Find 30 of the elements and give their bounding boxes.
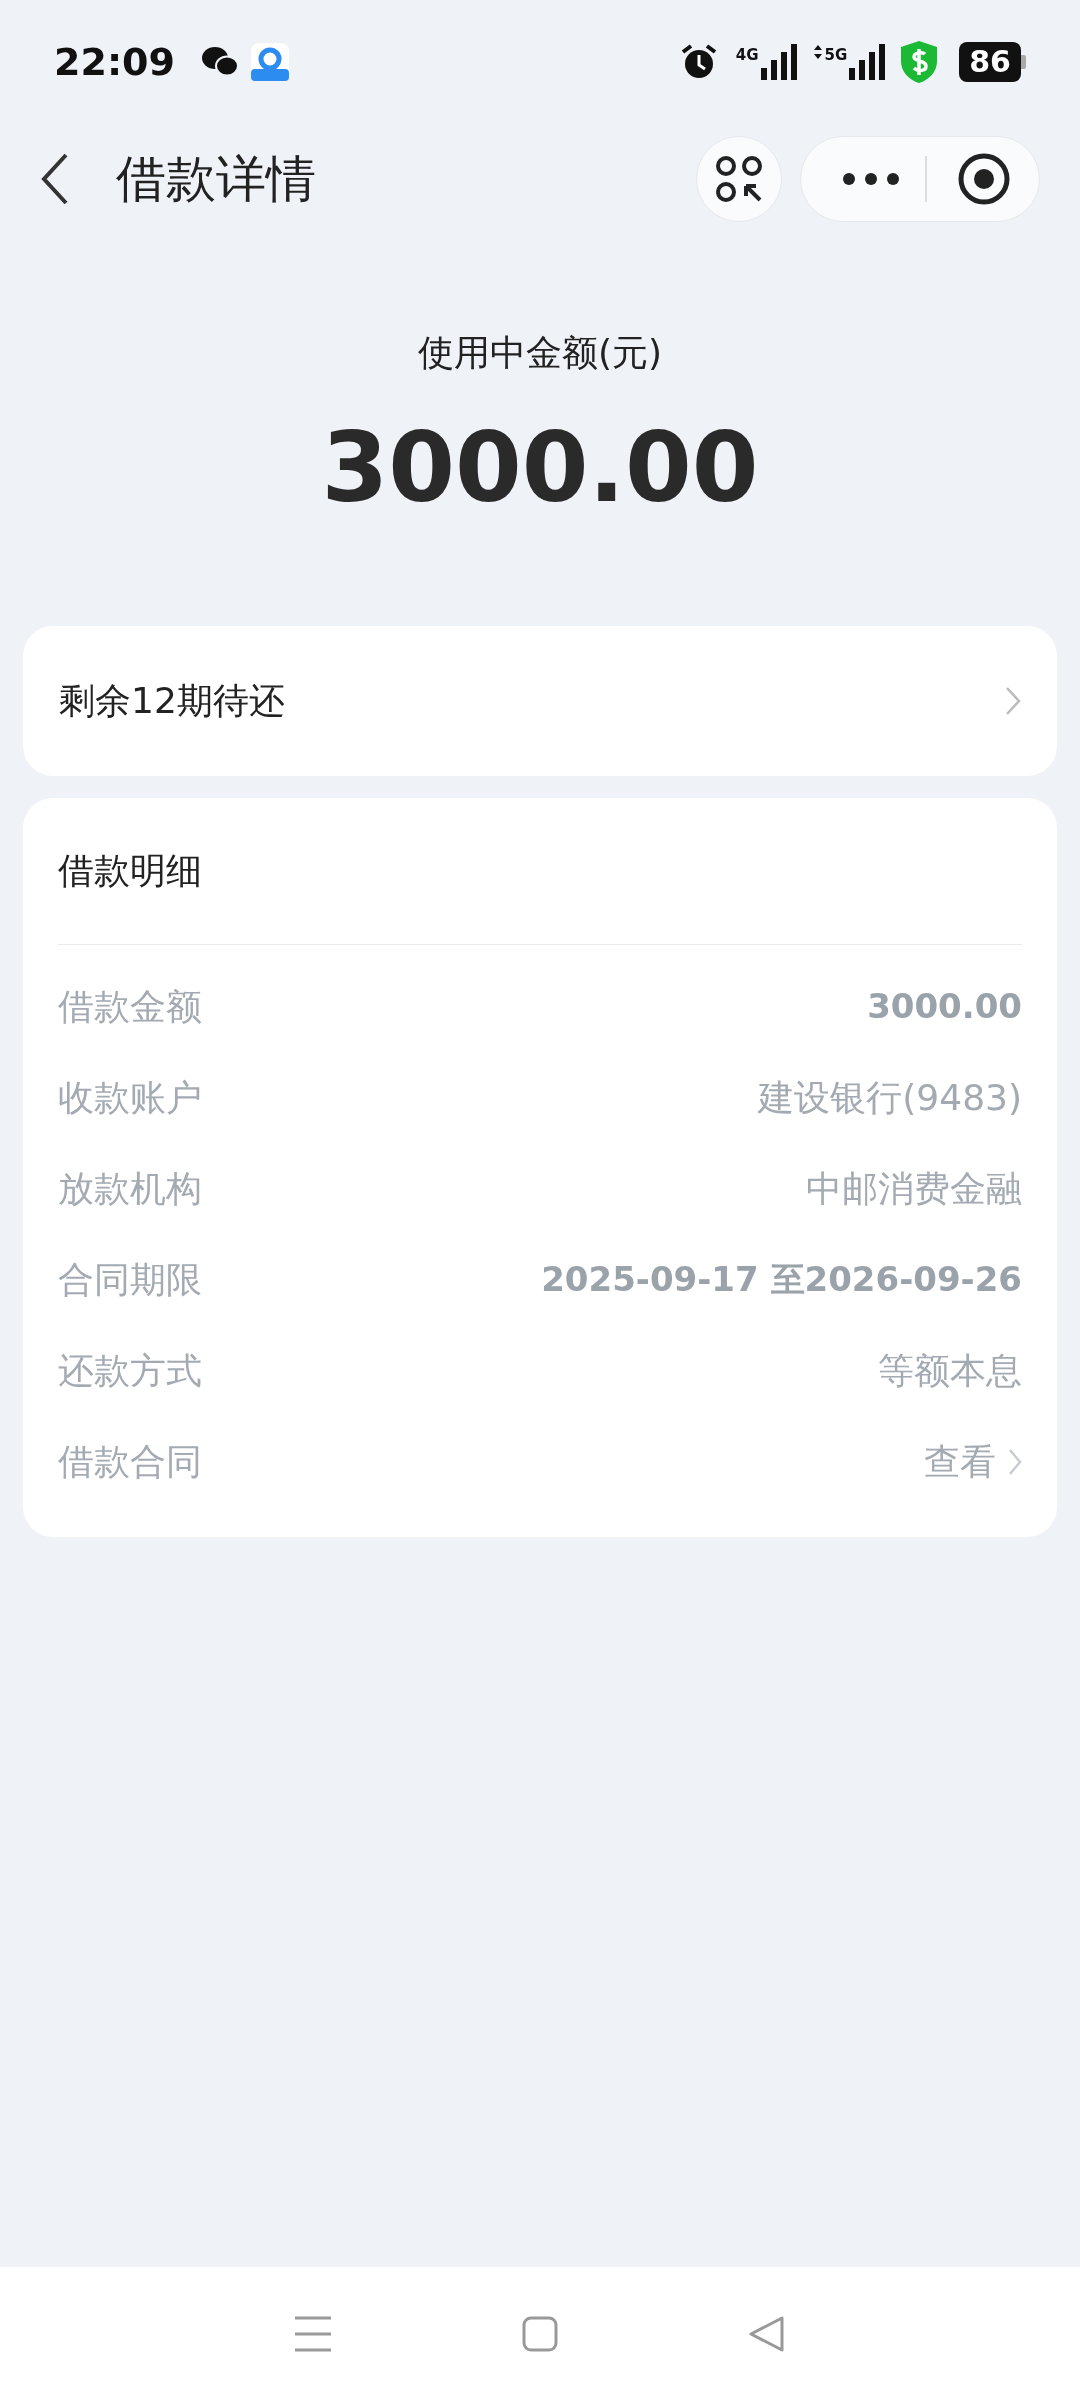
status-time: 22:09 <box>54 38 175 86</box>
shield-icon <box>899 40 940 84</box>
page-title: 借款详情 <box>116 148 316 210</box>
menu-icon[interactable] <box>295 2315 332 2352</box>
chevron-icon <box>1005 686 1021 716</box>
chevron-icon <box>1008 1447 1022 1476</box>
detail-value: 中邮消费金融 <box>806 1166 1022 1211</box>
installments-row[interactable]: 剩余12期待还 <box>23 626 1057 776</box>
chat-app-icon <box>200 46 239 78</box>
more-icon[interactable] <box>843 173 899 185</box>
detail-value: 2025-09-17 至2026-09-26 <box>541 1258 1022 1301</box>
detail-value: 等额本息 <box>878 1348 1022 1393</box>
detail-label: 放款机构 <box>58 1166 202 1211</box>
section-title: 借款明细 <box>58 849 203 893</box>
alarm-icon <box>679 43 718 81</box>
back-nav-icon[interactable] <box>748 2315 785 2352</box>
detail-label: 收款账户 <box>58 1075 202 1120</box>
app-icon <box>250 43 289 81</box>
amount-label: 使用中金额(元) <box>417 331 663 375</box>
detail-value: 3000.00 <box>867 985 1022 1028</box>
detail-value: 建设银行(9483) <box>758 1075 1022 1120</box>
home-icon[interactable] <box>522 2315 558 2352</box>
circles-icon <box>716 156 762 202</box>
battery-indicator: 86 <box>959 42 1026 82</box>
back-icon[interactable] <box>40 152 70 206</box>
detail-label: 借款金额 <box>58 984 202 1029</box>
detail-label: 还款方式 <box>58 1348 202 1393</box>
detail-label: 合同期限 <box>58 1257 202 1302</box>
detail-label: 借款合同 <box>58 1439 202 1484</box>
amount-value: 3000.00 <box>321 420 759 516</box>
